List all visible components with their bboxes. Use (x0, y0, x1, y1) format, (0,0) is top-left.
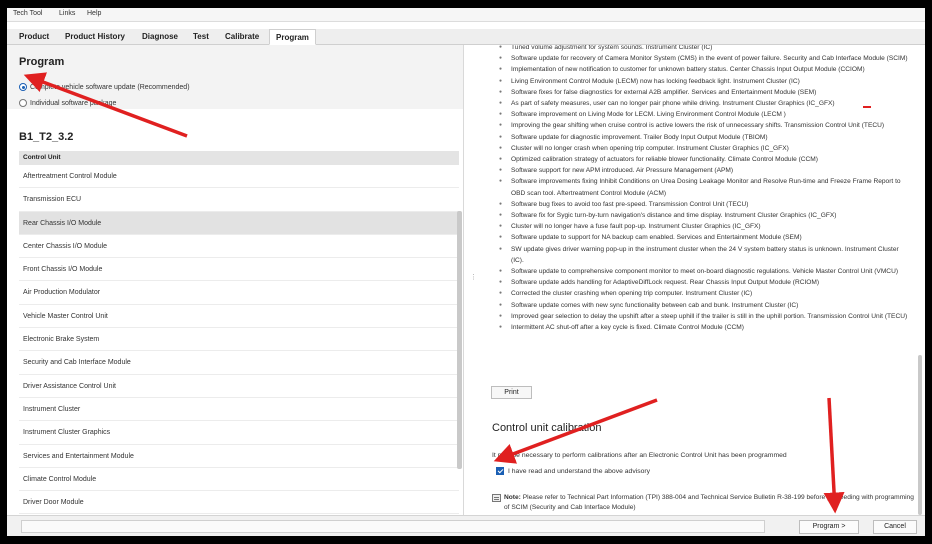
release-note-item: Software update comes with new sync func… (494, 300, 908, 311)
release-note-item: Software update to comprehensive compone… (494, 266, 908, 277)
advisory-checkbox-row[interactable]: I have read and understand the above adv… (496, 466, 650, 476)
radio-checked-icon[interactable] (19, 83, 27, 91)
control-unit-row[interactable]: Security and Cab Interface Module (19, 351, 459, 375)
calibration-note: Note: Please refer to Technical Part Inf… (504, 493, 916, 513)
release-note-item: Software improvements fixing Inhibit Con… (494, 176, 908, 198)
menu-tech-tool[interactable]: Tech Tool (13, 10, 42, 17)
tab-product-history[interactable]: Product History (59, 29, 131, 45)
calibration-heading: Control unit calibration (492, 422, 602, 434)
control-unit-row[interactable]: Transmission ECU (19, 188, 459, 212)
tab-product[interactable]: Product (13, 29, 55, 45)
control-unit-row[interactable]: Instrument Cluster Graphics (19, 421, 459, 445)
release-note-item: Software update to support for NA backup… (494, 232, 908, 243)
release-note-item: SW update gives driver warning pop-up in… (494, 244, 908, 266)
release-note-item: Tuned volume adjustment for system sound… (494, 45, 908, 53)
control-unit-row[interactable]: Air Production Modulator (19, 281, 459, 305)
control-unit-row[interactable]: Electronic Brake System (19, 328, 459, 352)
right-scrollbar[interactable] (918, 355, 922, 515)
menu-help[interactable]: Help (87, 10, 101, 17)
release-note-item: Optimized calibration strategy of actuat… (494, 154, 908, 165)
option-individual-package-label: Individual software package (30, 99, 117, 107)
release-note-item: Software support for new APM introduced.… (494, 165, 908, 176)
option-complete-update[interactable]: Complete vehicle software update (Recomm… (19, 82, 190, 92)
release-note-item: Software fixes for false diagnostics for… (494, 87, 908, 98)
option-complete-update-label: Complete vehicle software update (Recomm… (30, 83, 190, 91)
release-note-item: Software update for diagnostic improveme… (494, 132, 908, 143)
calibration-text: It may be necessary to perform calibrati… (492, 452, 787, 459)
control-unit-row[interactable]: Driver Assistance Control Unit (19, 375, 459, 398)
option-individual-package[interactable]: Individual software package (19, 98, 116, 108)
advisory-label: I have read and understand the above adv… (508, 467, 651, 475)
release-note-item: Software bug fixes to avoid too fast pre… (494, 199, 908, 210)
advisory-checkbox[interactable] (496, 467, 504, 475)
control-unit-list: Aftertreatment Control Module Transmissi… (19, 165, 459, 515)
tab-diagnose[interactable]: Diagnose (136, 29, 184, 45)
tech-tool-window: Tech Tool Links Help Product Product His… (7, 8, 925, 536)
control-unit-row[interactable]: Climate Control Module (19, 468, 459, 492)
release-note-item: Improved gear selection to delay the ups… (494, 311, 908, 322)
control-unit-row[interactable]: Aftertreatment Control Module (19, 165, 459, 189)
release-note-item: Corrected the cluster crashing when open… (494, 288, 908, 299)
release-note-item: Improving the gear shifting when cruise … (494, 120, 908, 131)
program-title: Program (19, 56, 65, 68)
control-unit-row[interactable]: Vehicle Master Control Unit (19, 305, 459, 329)
note-icon (492, 494, 501, 502)
annotation-red-dash (863, 106, 871, 108)
control-unit-row[interactable]: Center Chassis I/O Module (19, 235, 459, 259)
tab-program[interactable]: Program (269, 29, 316, 45)
control-unit-row[interactable]: Driver Door Module (19, 491, 459, 515)
release-note-item: Living Environment Control Module (LECM)… (494, 76, 908, 87)
footer-bar: Program > Cancel (7, 515, 925, 536)
program-button[interactable]: Program > (799, 520, 859, 534)
release-note-item: Implementation of new notification to cu… (494, 64, 908, 75)
release-note-item: Cluster will no longer have a fuse fault… (494, 221, 908, 232)
pane-splitter-handle[interactable]: ⋮ (470, 273, 477, 281)
control-unit-column-header: Control Unit (19, 151, 459, 165)
release-note-item: Software improvement on Living Mode for … (494, 109, 908, 120)
release-note-item: As part of safety measures, user can no … (494, 98, 908, 109)
note-label: Note: (504, 494, 521, 501)
note-body: Please refer to Technical Part Informati… (504, 494, 914, 511)
release-note-item: Intermittent AC shut-off after a key cyc… (494, 322, 908, 333)
program-options-panel: Program Complete vehicle software update… (7, 45, 463, 109)
control-unit-row-selected[interactable]: Rear Chassis I/O Module (19, 211, 459, 235)
release-note-item: Software fix for Sygic turn-by-turn navi… (494, 210, 908, 221)
main-tabs: Product Product History Diagnose Test Ca… (7, 29, 925, 45)
control-unit-row[interactable]: Front Chassis I/O Module (19, 258, 459, 282)
control-unit-row[interactable]: Services and Entertainment Module (19, 445, 459, 468)
release-notes-pane: Tuned volume adjustment for system sound… (476, 45, 925, 523)
menu-links[interactable]: Links (59, 10, 75, 17)
control-unit-row[interactable]: Instrument Cluster (19, 398, 459, 422)
release-note-item: Software update for recovery of Camera M… (494, 53, 908, 64)
program-left-pane: Program Complete vehicle software update… (7, 45, 464, 523)
print-button[interactable]: Print (491, 386, 532, 399)
cancel-button[interactable]: Cancel (873, 520, 917, 534)
left-scrollbar[interactable] (457, 211, 462, 469)
status-field (21, 520, 765, 533)
release-notes-list: Tuned volume adjustment for system sound… (494, 45, 908, 333)
release-note-item: Software update adds handling for Adapti… (494, 277, 908, 288)
package-title: B1_T2_3.2 (19, 131, 74, 143)
tab-calibrate[interactable]: Calibrate (219, 29, 265, 45)
release-note-item: Cluster will no longer crash when openin… (494, 143, 908, 154)
menu-bar: Tech Tool Links Help (7, 8, 925, 22)
tab-test[interactable]: Test (187, 29, 215, 45)
radio-unchecked-icon[interactable] (19, 99, 27, 107)
